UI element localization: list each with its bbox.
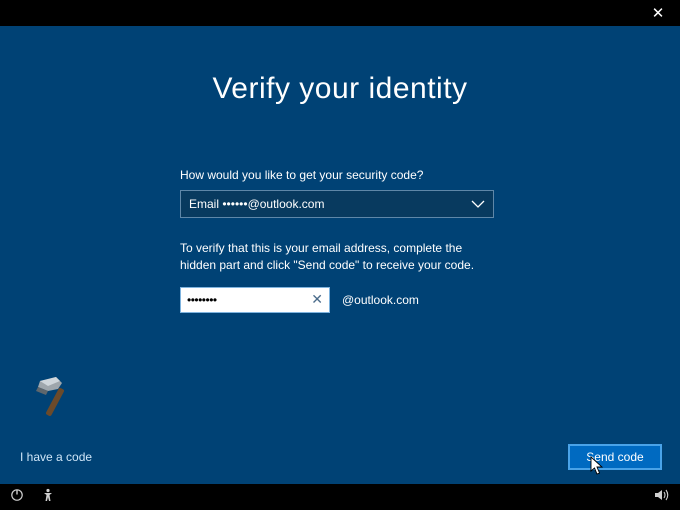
email-domain-suffix: @outlook.com xyxy=(342,293,419,307)
select-domain: @outlook.com xyxy=(248,197,325,211)
verify-instructions: To verify that this is your email addres… xyxy=(180,240,500,275)
email-input[interactable]: •••••••• ✕ xyxy=(180,287,330,313)
select-prefix: Email xyxy=(189,197,222,211)
select-masked: •••••• xyxy=(222,197,247,211)
power-icon[interactable] xyxy=(10,488,24,507)
method-prompt: How would you like to get your security … xyxy=(180,168,520,182)
taskbar xyxy=(0,484,680,510)
chevron-down-icon xyxy=(471,200,485,208)
clear-input-icon[interactable]: ✕ xyxy=(311,291,323,308)
titlebar: ✕ xyxy=(0,0,680,26)
volume-icon[interactable] xyxy=(654,488,670,507)
hammer-icon xyxy=(24,373,72,426)
mouse-cursor-icon xyxy=(590,456,604,476)
close-icon[interactable]: ✕ xyxy=(644,4,672,22)
verify-form: How would you like to get your security … xyxy=(180,168,520,313)
send-code-button[interactable]: Send code xyxy=(568,444,662,470)
verification-method-select[interactable]: Email ••••••@outlook.com xyxy=(180,190,494,218)
select-value: Email ••••••@outlook.com xyxy=(189,197,324,211)
page-title: Verify your identity xyxy=(0,72,680,106)
email-row: •••••••• ✕ @outlook.com xyxy=(180,287,520,313)
ease-of-access-icon[interactable] xyxy=(42,488,54,507)
email-input-value: •••••••• xyxy=(187,293,217,307)
main-panel: Verify your identity How would you like … xyxy=(0,26,680,484)
have-code-link[interactable]: I have a code xyxy=(20,450,92,464)
